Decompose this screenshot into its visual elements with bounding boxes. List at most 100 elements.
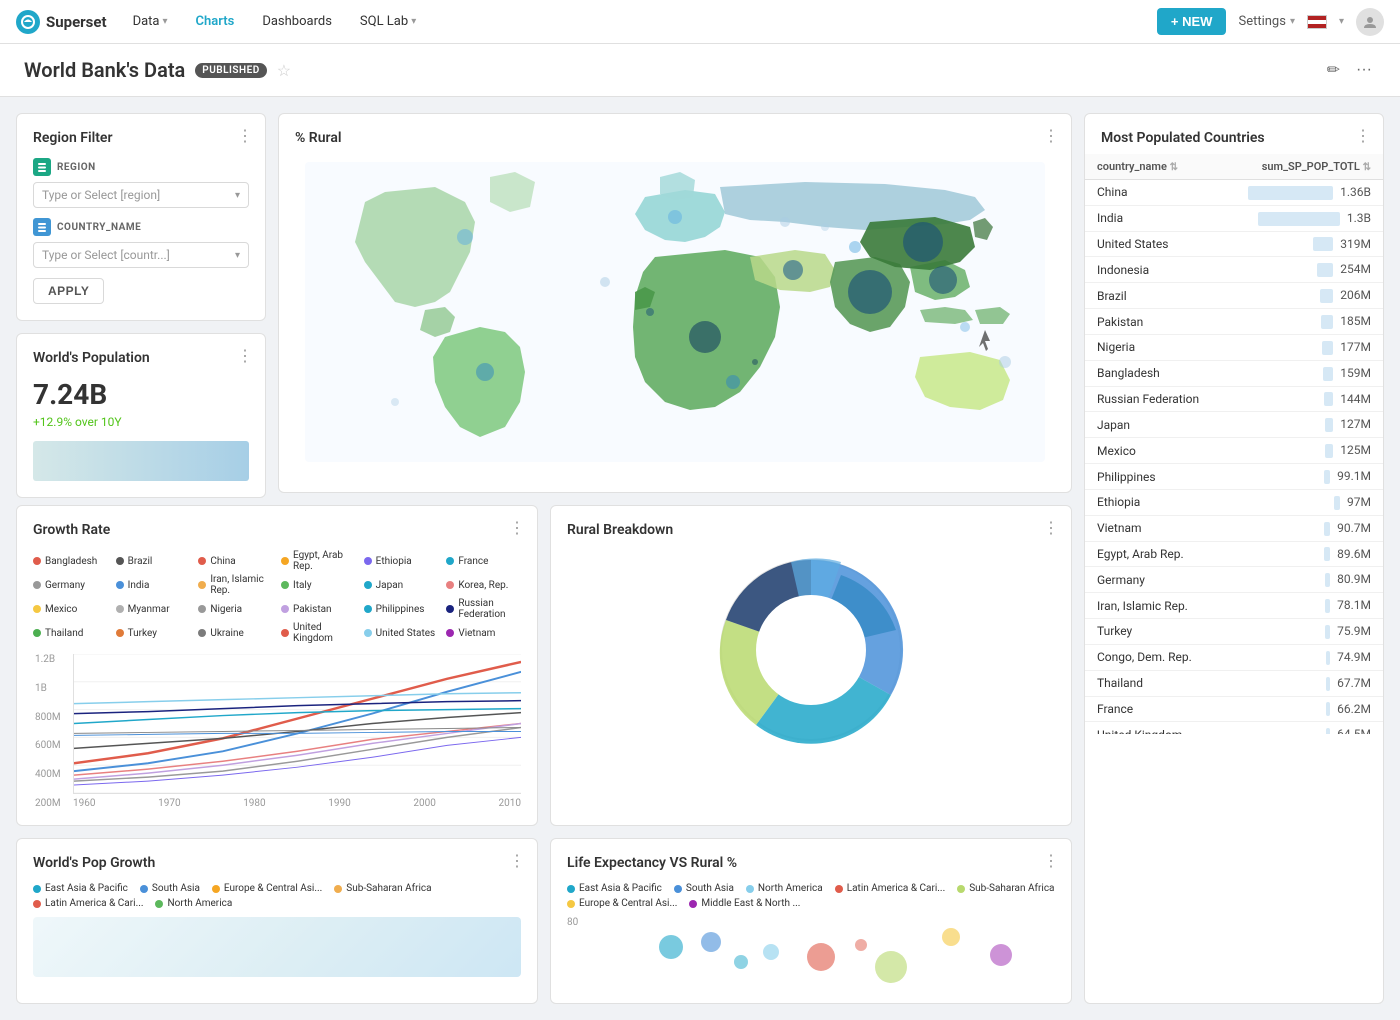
legend-item: Turkey [116, 622, 191, 644]
table-row: Iran, Islamic Rep. 78.1M [1085, 593, 1383, 619]
settings-menu[interactable]: Settings ▾ [1238, 14, 1295, 29]
legend-item: South Asia [674, 883, 734, 894]
x-axis-label: 1990 [328, 798, 350, 809]
world-pop-growth-menu-icon[interactable]: ⋮ [509, 851, 525, 870]
y-axis-label: 400M [35, 769, 61, 780]
legend-item: Russian Federation [446, 598, 521, 620]
sort-country-icon: ⇅ [1170, 162, 1178, 173]
x-axis-label: 2010 [498, 798, 520, 809]
life-exp-chart-svg [587, 917, 1055, 987]
legend-item: United Kingdom [281, 622, 356, 644]
page-title-area: World Bank's Data PUBLISHED ☆ [24, 58, 291, 82]
country-cell: Japan [1085, 412, 1223, 438]
legend-item: Germany [33, 574, 108, 596]
language-flag-icon[interactable] [1307, 15, 1327, 29]
legend-item: Ukraine [198, 622, 273, 644]
world-pop-title: World's Population [33, 350, 249, 366]
legend-item: Ethiopia [364, 550, 439, 572]
country-cell: Nigeria [1085, 334, 1223, 360]
world-pop-growth-title: World's Pop Growth [33, 855, 521, 871]
map-menu-icon[interactable]: ⋮ [1043, 126, 1059, 145]
growth-menu-icon[interactable]: ⋮ [509, 518, 525, 537]
country-cell: Mexico [1085, 438, 1223, 464]
table-menu-icon[interactable]: ⋮ [1355, 126, 1371, 145]
donut-chart-area [567, 550, 1055, 750]
legend-item: East Asia & Pacific [567, 883, 662, 894]
user-avatar[interactable] [1356, 8, 1384, 36]
nav-dashboards[interactable]: Dashboards [260, 10, 334, 33]
population-cell: 75.9M [1223, 619, 1383, 645]
population-cell: 99.1M [1223, 464, 1383, 490]
population-table-scroll[interactable]: country_name ⇅ sum_SP_POP_TOTL ⇅ China 1… [1085, 154, 1383, 734]
legend-item: Europe & Central Asi... [567, 898, 677, 909]
country-cell: Turkey [1085, 619, 1223, 645]
region-select[interactable]: Type or Select [region] ▾ [33, 182, 249, 208]
world-pop-legend: East Asia & PacificSouth AsiaEurope & Ce… [33, 883, 521, 909]
population-sparkline [33, 441, 249, 481]
legend-item: Vietnam [446, 622, 521, 644]
population-cell: 206M [1223, 283, 1383, 309]
country-label-row: COUNTRY_NAME [33, 218, 249, 236]
rural-breakdown-title: Rural Breakdown [567, 522, 1055, 538]
col-country[interactable]: country_name ⇅ [1085, 154, 1223, 180]
growth-legend: BangladeshBrazilChinaEgypt, Arab Rep.Eth… [33, 550, 521, 644]
world-pop-chart-placeholder [33, 917, 521, 977]
table-row: Pakistan 185M [1085, 309, 1383, 335]
country-select[interactable]: Type or Select [countr...] ▾ [33, 242, 249, 268]
edit-button[interactable]: ✏ [1323, 56, 1344, 84]
population-cell: 319M [1223, 231, 1383, 257]
legend-item: South Asia [140, 883, 200, 894]
new-button[interactable]: + NEW [1157, 8, 1227, 35]
legend-item: France [446, 550, 521, 572]
population-cell: 74.9M [1223, 644, 1383, 670]
legend-item: Iran, Islamic Rep. [198, 574, 273, 596]
nav-data[interactable]: Data ▾ [131, 10, 170, 33]
map-card: % Rural ⋮ [278, 113, 1072, 493]
population-cell: 1.36B [1223, 180, 1383, 206]
app-logo[interactable]: Superset [16, 10, 107, 34]
x-axis-label: 1970 [158, 798, 180, 809]
legend-item: Middle East & North ... [689, 898, 800, 909]
nav-charts[interactable]: Charts [194, 10, 237, 33]
table-row: France 66.2M [1085, 696, 1383, 722]
population-cell: 177M [1223, 334, 1383, 360]
favorite-star-icon[interactable]: ☆ [277, 61, 291, 80]
rural-breakdown-card: Rural Breakdown ⋮ [550, 505, 1072, 826]
apply-button[interactable]: APPLY [33, 278, 104, 304]
table-row: United Kingdom 64.5M [1085, 722, 1383, 734]
population-cell: 64.5M [1223, 722, 1383, 734]
data-chevron-icon: ▾ [163, 16, 168, 27]
rural-menu-icon[interactable]: ⋮ [1043, 518, 1059, 537]
table-row: Turkey 75.9M [1085, 619, 1383, 645]
legend-item: North America [746, 883, 823, 894]
legend-item: Japan [364, 574, 439, 596]
population-table: country_name ⇅ sum_SP_POP_TOTL ⇅ China 1… [1085, 154, 1383, 734]
life-exp-title: Life Expectancy VS Rural % [567, 855, 1055, 871]
more-options-button[interactable]: ··· [1352, 57, 1376, 83]
world-pop-menu-icon[interactable]: ⋮ [237, 346, 253, 365]
legend-item: Sub-Saharan Africa [334, 883, 431, 894]
legend-item: United States [364, 622, 439, 644]
country-filter-icon [33, 218, 51, 236]
country-cell: Ethiopia [1085, 489, 1223, 515]
x-axis-labels: 196019701980199020002010 [73, 794, 521, 809]
legend-item: Italy [281, 574, 356, 596]
country-cell: Russian Federation [1085, 386, 1223, 412]
main-content: Region Filter ⋮ REGION Type or Select [r… [0, 97, 1400, 1020]
population-cell: 254M [1223, 257, 1383, 283]
page-title: World Bank's Data [24, 58, 185, 82]
country-cell: India [1085, 205, 1223, 231]
life-exp-chart-container: 80 [567, 917, 1055, 987]
legend-item: Latin America & Cari... [835, 883, 945, 894]
col-population[interactable]: sum_SP_POP_TOTL ⇅ [1223, 154, 1383, 180]
donut-chart-svg [701, 540, 921, 760]
life-exp-menu-icon[interactable]: ⋮ [1043, 851, 1059, 870]
flag-chevron-icon: ▾ [1339, 16, 1344, 27]
legend-item: East Asia & Pacific [33, 883, 128, 894]
table-row: Mexico 125M [1085, 438, 1383, 464]
filter-menu-icon[interactable]: ⋮ [237, 126, 253, 145]
region-select-chevron-icon: ▾ [235, 190, 240, 201]
nav-sqllab[interactable]: SQL Lab ▾ [358, 10, 418, 33]
country-cell: Iran, Islamic Rep. [1085, 593, 1223, 619]
region-label-text: REGION [57, 162, 96, 173]
